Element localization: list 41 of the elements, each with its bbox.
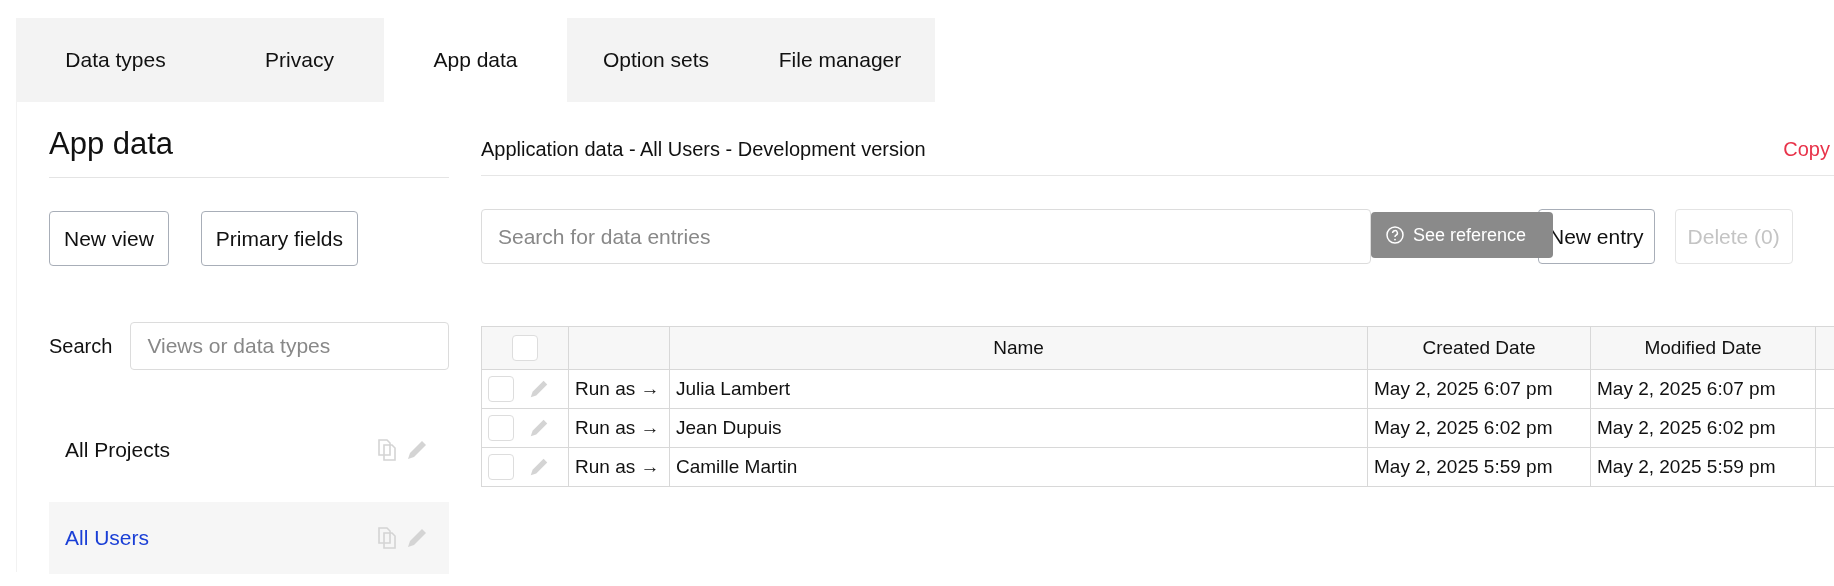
- table-cell: Julia Lambert: [669, 369, 1368, 409]
- copy-icon[interactable]: [375, 438, 399, 462]
- copy-link[interactable]: Copy: [1783, 137, 1834, 161]
- table-cell: Camille Martin: [669, 447, 1368, 487]
- pencil-icon[interactable]: [405, 438, 429, 462]
- item-label: All Projects: [65, 438, 172, 462]
- column-header: Modified Date: [1590, 326, 1816, 370]
- page-title: Application data - All Users - Development version: [481, 137, 926, 161]
- checkbox[interactable]: [488, 376, 514, 402]
- sidebar-button[interactable]: New view: [49, 211, 169, 266]
- column-header: Name: [669, 326, 1368, 370]
- tooltip-text: See reference: [1413, 224, 1527, 246]
- search-label: Search: [49, 334, 113, 358]
- run-as-link[interactable]: Run as →: [568, 408, 670, 448]
- pencil-icon[interactable]: [528, 378, 550, 400]
- item-label: All Users: [65, 526, 150, 550]
- sidebar-button[interactable]: Primary fields: [200, 211, 359, 266]
- pencil-icon[interactable]: [528, 417, 550, 439]
- table-cell: May 2, 2025 6:02 pm: [1590, 408, 1816, 448]
- copy-icon[interactable]: [375, 526, 399, 550]
- run-as-link[interactable]: Run as →: [568, 447, 670, 487]
- checkbox[interactable]: [512, 335, 538, 361]
- tab[interactable]: App data: [384, 18, 567, 102]
- column-header: Created Date: [1367, 326, 1591, 370]
- checkbox[interactable]: [488, 415, 514, 441]
- checkbox[interactable]: [488, 454, 514, 480]
- table-cell: May 2, 2025 5:59 pm: [1590, 447, 1816, 487]
- table-cell: May 2, 2025 6:07 pm: [1590, 369, 1816, 409]
- table-cell: May 2, 2025 6:02 pm: [1367, 408, 1591, 448]
- table-cell: Jean Dupuis: [669, 408, 1368, 448]
- run-as-link[interactable]: Run as →: [568, 369, 670, 409]
- table-cell: May 2, 2025 6:07 pm: [1367, 369, 1591, 409]
- help-icon: [1385, 225, 1405, 245]
- search-field[interactable]: Views or data types: [130, 322, 449, 370]
- pencil-icon[interactable]: [405, 526, 429, 550]
- sidebar-item[interactable]: All Users: [49, 502, 449, 574]
- table-cell: May 2, 2025 5:59 pm: [1367, 447, 1591, 487]
- search-field[interactable]: Search for data entries: [481, 209, 1371, 264]
- sidebar-item[interactable]: All Projects: [49, 414, 449, 486]
- panel-title: App data: [49, 124, 449, 178]
- pencil-icon[interactable]: [528, 456, 550, 478]
